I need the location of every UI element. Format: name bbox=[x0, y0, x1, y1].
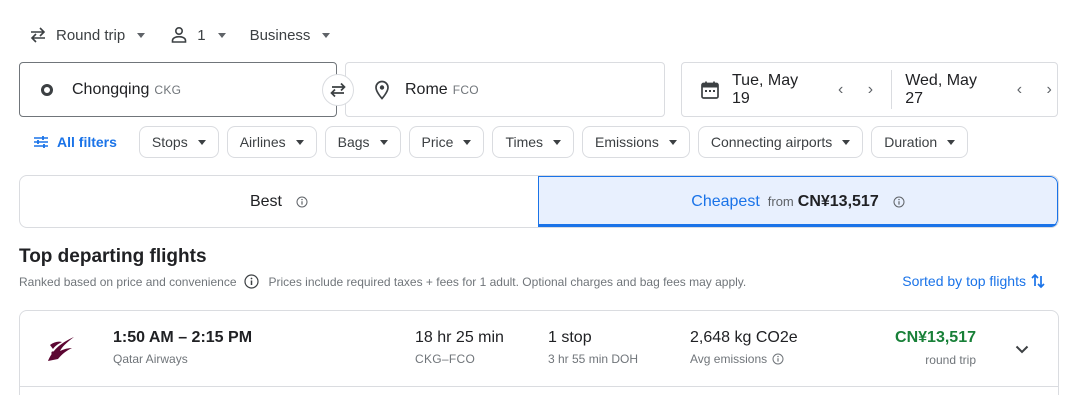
swap-arrows-icon bbox=[28, 25, 48, 45]
origin-code: CKG bbox=[154, 82, 182, 97]
sort-by-button[interactable]: Sorted by top flights bbox=[902, 272, 1046, 290]
all-filters-button[interactable]: All filters bbox=[33, 134, 117, 150]
filter-chip-connecting-airports[interactable]: Connecting airports bbox=[697, 126, 864, 158]
filter-chip-airlines[interactable]: Airlines bbox=[226, 126, 317, 158]
row-divider bbox=[20, 386, 1058, 387]
info-icon[interactable] bbox=[893, 196, 905, 208]
chip-label: Price bbox=[421, 134, 454, 150]
origin-city: Chongqing bbox=[72, 80, 150, 98]
cheapest-price: CN¥13,517 bbox=[797, 192, 879, 210]
filter-chip-emissions[interactable]: Emissions bbox=[582, 126, 690, 158]
cheapest-from-label: from bbox=[767, 194, 794, 209]
sorted-label: Sorted by top flights bbox=[902, 273, 1026, 289]
tune-icon bbox=[33, 135, 49, 149]
chevron-down-icon bbox=[137, 32, 146, 38]
chevron-down-icon bbox=[463, 139, 472, 145]
ranked-note: Ranked based on price and convenience bbox=[19, 274, 237, 289]
flight-price-type: round trip bbox=[925, 353, 976, 367]
depart-prev-button[interactable]: ‹ bbox=[833, 81, 849, 99]
origin-circle-icon bbox=[41, 83, 53, 96]
tab-cheapest-label: Cheapest bbox=[691, 192, 760, 210]
filters-row: All filters Stops Airlines Bags Price Ti… bbox=[19, 126, 976, 158]
emissions-note-label: Avg emissions bbox=[690, 352, 768, 366]
chevron-down-icon bbox=[668, 139, 677, 145]
chevron-down-icon bbox=[322, 32, 331, 38]
origin-input[interactable]: Chongqing CKG bbox=[19, 62, 337, 117]
filter-chip-times[interactable]: Times bbox=[492, 126, 575, 158]
chevron-down-icon bbox=[553, 139, 562, 145]
sort-tabs: Best Cheapest from CN¥13,517 bbox=[19, 175, 1059, 228]
info-icon[interactable] bbox=[243, 274, 259, 289]
sort-arrows-icon bbox=[1030, 272, 1046, 290]
results-heading: Top departing flights bbox=[19, 246, 207, 267]
destination-city: Rome bbox=[405, 80, 448, 98]
cabin-label: Business bbox=[249, 26, 311, 44]
return-next-button[interactable]: › bbox=[1041, 81, 1057, 99]
chevron-down-icon bbox=[379, 139, 388, 145]
flight-result-row[interactable]: 1:50 AM – 2:15 PM Qatar Airways 18 hr 25… bbox=[19, 310, 1059, 395]
chip-label: Times bbox=[505, 134, 544, 150]
destination-code: FCO bbox=[452, 82, 479, 97]
flight-stops: 1 stop bbox=[548, 329, 592, 346]
cabin-select[interactable]: Business bbox=[250, 27, 331, 44]
swap-locations-button[interactable] bbox=[322, 74, 354, 106]
location-pin-icon bbox=[374, 80, 390, 100]
price-note: Prices include required taxes + fees for… bbox=[268, 274, 747, 289]
chip-label: Connecting airports bbox=[710, 134, 833, 150]
all-filters-label: All filters bbox=[57, 134, 117, 150]
filter-chip-bags[interactable]: Bags bbox=[324, 126, 401, 158]
calendar-icon bbox=[700, 80, 720, 100]
tab-best-label: Best bbox=[249, 192, 282, 210]
chip-label: Duration bbox=[884, 134, 938, 150]
depart-next-button[interactable]: › bbox=[863, 81, 879, 99]
depart-date: Tue, May 19 bbox=[732, 71, 799, 107]
flight-price: CN¥13,517 bbox=[895, 329, 976, 346]
swap-icon bbox=[330, 82, 346, 98]
trip-type-select[interactable]: Round trip bbox=[28, 25, 146, 45]
chip-label: Bags bbox=[337, 134, 370, 150]
emissions-note: Avg emissions bbox=[690, 352, 784, 366]
filter-chip-stops[interactable]: Stops bbox=[138, 126, 219, 158]
passengers-count: 1 bbox=[197, 26, 206, 44]
tab-best[interactable]: Best bbox=[20, 176, 538, 227]
return-date: Wed, May 27 bbox=[905, 71, 977, 107]
tab-cheapest[interactable]: Cheapest from CN¥13,517 bbox=[538, 176, 1058, 227]
chip-label: Stops bbox=[151, 134, 188, 150]
filter-chip-price[interactable]: Price bbox=[408, 126, 485, 158]
chevron-down-icon bbox=[947, 139, 956, 145]
flight-airline: Qatar Airways bbox=[113, 352, 188, 366]
info-icon[interactable] bbox=[296, 196, 308, 208]
person-icon bbox=[169, 25, 189, 45]
chevron-down-icon bbox=[295, 139, 304, 145]
info-icon[interactable] bbox=[772, 353, 784, 365]
results-subline: Ranked based on price and convenience Pr… bbox=[19, 274, 746, 289]
chevron-down-icon bbox=[217, 32, 226, 38]
dates-input[interactable]: Tue, May 19 ‹ › Wed, May 27 ‹ › bbox=[681, 62, 1058, 117]
flight-route: CKG–FCO bbox=[415, 352, 476, 366]
qatar-airways-logo-icon bbox=[42, 331, 78, 367]
filter-chip-duration[interactable]: Duration bbox=[871, 126, 969, 158]
flight-duration: 18 hr 25 min bbox=[415, 329, 504, 346]
passengers-select[interactable]: 1 bbox=[169, 25, 226, 45]
flight-layover: 3 hr 55 min DOH bbox=[548, 352, 639, 366]
date-divider bbox=[891, 70, 893, 109]
trip-options-row: Round trip 1 Business bbox=[28, 22, 354, 48]
chevron-down-icon bbox=[1015, 345, 1029, 353]
chevron-down-icon bbox=[842, 139, 851, 145]
chevron-down-icon bbox=[197, 139, 206, 145]
trip-type-label: Round trip bbox=[56, 26, 126, 44]
return-prev-button[interactable]: ‹ bbox=[1012, 81, 1028, 99]
chip-label: Airlines bbox=[239, 134, 286, 150]
flight-times: 1:50 AM – 2:15 PM bbox=[113, 329, 253, 346]
destination-input[interactable]: Rome FCO bbox=[345, 62, 665, 117]
flight-emissions: 2,648 kg CO2e bbox=[690, 329, 798, 346]
chip-label: Emissions bbox=[595, 134, 659, 150]
expand-flight-button[interactable] bbox=[1010, 337, 1034, 361]
